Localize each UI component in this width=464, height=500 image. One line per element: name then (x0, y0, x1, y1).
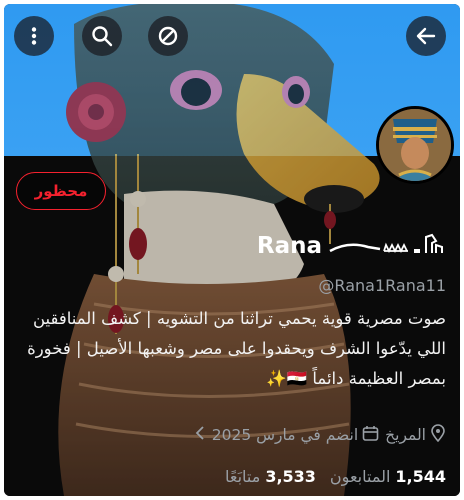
back-button[interactable] (406, 16, 446, 56)
blocked-indicator-button[interactable] (148, 16, 188, 56)
more-button[interactable] (14, 16, 54, 56)
search-button[interactable] (82, 16, 122, 56)
arrow-left-icon (415, 25, 437, 47)
location-pin-icon (430, 424, 446, 446)
following-label: متابَعًا (224, 466, 261, 486)
chevron-left-icon[interactable] (194, 425, 206, 445)
more-vertical-icon (24, 26, 44, 46)
no-entry-icon (157, 25, 179, 47)
bio-line: بمصر العظيمة دائماً 🇪🇬✨ (266, 369, 446, 388)
location-text: المريخ (385, 426, 426, 444)
bio-line: صوت مصرية قوية يحمي تراثنا من التشويه | … (32, 309, 446, 328)
search-icon (91, 25, 113, 47)
hieroglyph-decoration (328, 231, 446, 261)
location: المريخ (385, 424, 446, 446)
bio-line: اللي يدّعوا الشرف ويحقدوا على مصر وشعبها… (27, 339, 446, 358)
followers-label: المتابعون (329, 466, 391, 486)
calendar-icon (362, 425, 379, 446)
blocked-button[interactable]: محظور (16, 172, 106, 210)
avatar[interactable] (376, 106, 454, 184)
followers-count: 1,544 (395, 466, 446, 486)
display-name: Rana (256, 233, 322, 259)
follow-stats: 1,544 المتابعون 3,533 متابَعًا (225, 463, 446, 489)
following-count: 3,533 (265, 466, 316, 486)
following-link[interactable]: 3,533 متابَعًا (225, 467, 316, 486)
name-row: Rana (257, 228, 446, 264)
username-handle: @Rana1Rana11 (318, 276, 446, 295)
join-date-text: انضم في مارس 2025 (211, 426, 359, 444)
join-date: انضم في مارس 2025 (212, 425, 379, 446)
bio: صوت مصرية قوية يحمي تراثنا من التشويه | … (14, 304, 446, 394)
profile-meta: المريخ انضم في مارس 2025 (194, 423, 446, 447)
followers-link[interactable]: 1,544 المتابعون (330, 467, 446, 486)
profile-header: محظور Rana @Rana1Rana11 صوت مصرية قوية ي… (4, 4, 460, 496)
